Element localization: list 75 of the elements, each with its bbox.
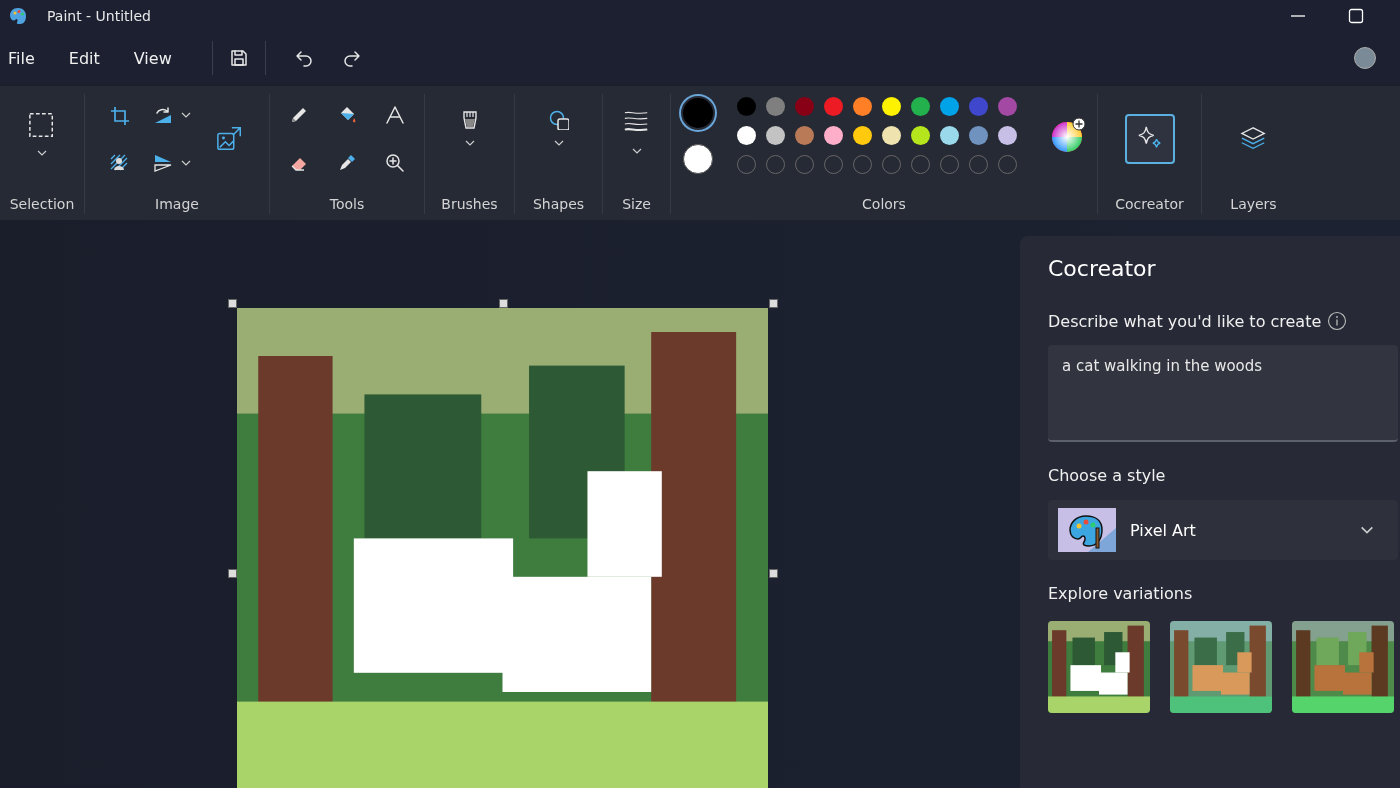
chevron-down-icon[interactable] <box>37 150 47 156</box>
color-swatch[interactable] <box>911 96 930 116</box>
group-label: Colors <box>862 196 906 214</box>
rotate-icon[interactable] <box>153 105 173 125</box>
flip-icon[interactable] <box>153 153 173 173</box>
primary-color[interactable] <box>681 96 715 130</box>
group-label: Selection <box>9 196 75 214</box>
resize-handle[interactable] <box>769 569 778 578</box>
color-swatch[interactable] <box>853 125 872 145</box>
resize-handle[interactable] <box>769 299 778 308</box>
menu-item[interactable]: Edit <box>68 48 100 68</box>
chevron-down-icon[interactable] <box>1360 526 1374 534</box>
eyedropper-icon[interactable] <box>337 153 357 173</box>
color-swatch[interactable] <box>824 125 843 145</box>
text-icon[interactable] <box>385 105 405 125</box>
color-swatch[interactable] <box>795 125 814 145</box>
secondary-color[interactable] <box>683 144 713 174</box>
group-label: Layers <box>1230 196 1277 214</box>
image-hatch-icon[interactable] <box>109 153 129 173</box>
chevron-down-icon[interactable] <box>464 140 475 146</box>
style-dropdown[interactable]: Pixel Art <box>1048 500 1398 560</box>
info-icon[interactable] <box>1327 311 1348 331</box>
field-label: Choose a style <box>1048 466 1167 485</box>
palette-icon <box>1058 508 1116 552</box>
chevron-down-icon[interactable] <box>631 148 642 154</box>
menu-item[interactable]: File <box>8 48 35 68</box>
dropdown-value: Pixel Art <box>1130 520 1196 540</box>
resize-handle[interactable] <box>228 299 237 308</box>
crop-icon[interactable] <box>109 105 129 125</box>
color-swatch[interactable] <box>969 96 988 116</box>
panel-title: Cocreator <box>1048 256 1157 281</box>
shapes-icon[interactable] <box>548 110 569 130</box>
group-label: Shapes <box>532 196 585 214</box>
color-swatch[interactable] <box>737 125 756 145</box>
undo-icon[interactable] <box>293 48 314 68</box>
avatar-icon[interactable] <box>1354 47 1376 69</box>
group-label: Cocreator <box>1115 196 1184 214</box>
redo-icon[interactable] <box>341 48 362 68</box>
resize-handle[interactable] <box>499 299 508 308</box>
resize-icon[interactable] <box>216 125 244 153</box>
pencil-icon[interactable] <box>289 105 309 125</box>
color-swatch[interactable] <box>998 125 1017 145</box>
field-label: Explore variations <box>1048 584 1194 603</box>
chevron-down-icon[interactable] <box>553 140 564 146</box>
group-label: Size <box>622 196 651 214</box>
menu-item[interactable]: View <box>133 48 172 68</box>
color-swatch[interactable] <box>940 125 959 145</box>
color-swatch[interactable] <box>998 96 1017 116</box>
selection-icon[interactable] <box>28 112 56 140</box>
color-swatch[interactable] <box>911 125 930 145</box>
color-wheel-icon[interactable] <box>1051 117 1087 153</box>
chevron-down-icon[interactable] <box>181 112 191 118</box>
save-icon[interactable] <box>228 48 249 68</box>
cocreator-button[interactable] <box>1124 114 1175 164</box>
color-swatch[interactable] <box>824 96 843 116</box>
group-label: Image <box>155 196 199 214</box>
color-swatch[interactable] <box>882 96 901 116</box>
color-swatch[interactable] <box>969 125 988 145</box>
chevron-down-icon[interactable] <box>181 160 191 166</box>
color-swatch[interactable] <box>737 96 756 116</box>
window-title: Paint - Untitled <box>47 8 151 24</box>
resize-handle[interactable] <box>228 569 237 578</box>
color-swatch[interactable] <box>795 96 814 116</box>
color-swatch[interactable] <box>853 96 872 116</box>
group-label: Brushes <box>441 196 498 214</box>
color-swatch[interactable] <box>766 125 785 145</box>
zoom-icon[interactable] <box>385 153 405 173</box>
prompt-field[interactable]: a cat walking in the woods <box>1048 345 1398 442</box>
palette-icon <box>8 6 28 26</box>
maximize-icon[interactable] <box>1348 8 1364 24</box>
color-swatch[interactable] <box>940 96 959 116</box>
field-label: Describe what you'd like to create <box>1048 311 1322 331</box>
group-label: Tools <box>329 196 365 214</box>
color-swatch[interactable] <box>766 96 785 116</box>
color-swatch[interactable] <box>882 125 901 145</box>
